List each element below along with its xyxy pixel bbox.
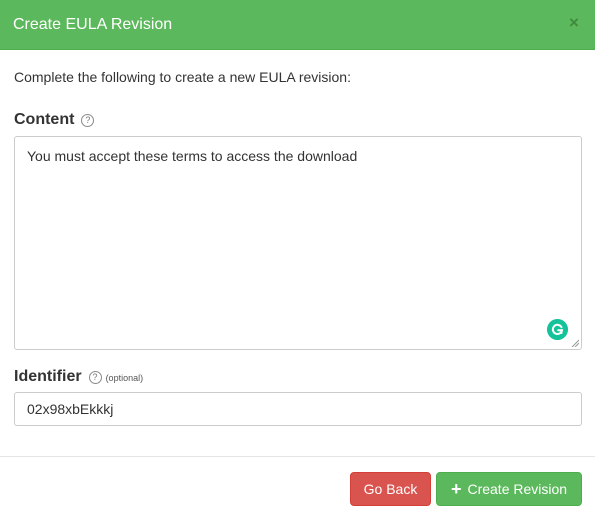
optional-note: (optional) [105, 373, 144, 383]
identifier-label: Identifier [14, 368, 82, 385]
dialog-title: Create EULA Revision [13, 16, 173, 33]
grammarly-icon[interactable] [547, 319, 568, 340]
identifier-label-row: Identifier ? (optional) [14, 367, 143, 387]
intro-text: Complete the following to create a new E… [14, 69, 351, 85]
identifier-input-value: 02x98xbEkkkj [27, 401, 114, 417]
plus-icon: + [450, 479, 462, 499]
footer-divider [0, 456, 595, 457]
go-back-button[interactable]: Go Back [350, 472, 431, 506]
identifier-input[interactable]: 02x98xbEkkkj [14, 392, 582, 426]
create-eula-revision-dialog: Create EULA Revision × Complete the foll… [0, 0, 595, 518]
resize-handle-icon[interactable] [571, 339, 579, 347]
content-textarea-value: You must accept these terms to access th… [27, 148, 358, 164]
help-icon[interactable]: ? [81, 113, 95, 127]
help-icon[interactable]: ? [88, 370, 102, 384]
close-icon[interactable]: × [567, 14, 581, 32]
content-textarea[interactable]: You must accept these terms to access th… [14, 136, 582, 350]
content-label-row: Content ? [14, 110, 95, 130]
dialog-header: Create EULA Revision × [0, 0, 595, 50]
create-revision-button[interactable]: + Create Revision [436, 472, 582, 506]
create-revision-label: Create Revision [467, 481, 568, 497]
content-label: Content [14, 111, 75, 128]
